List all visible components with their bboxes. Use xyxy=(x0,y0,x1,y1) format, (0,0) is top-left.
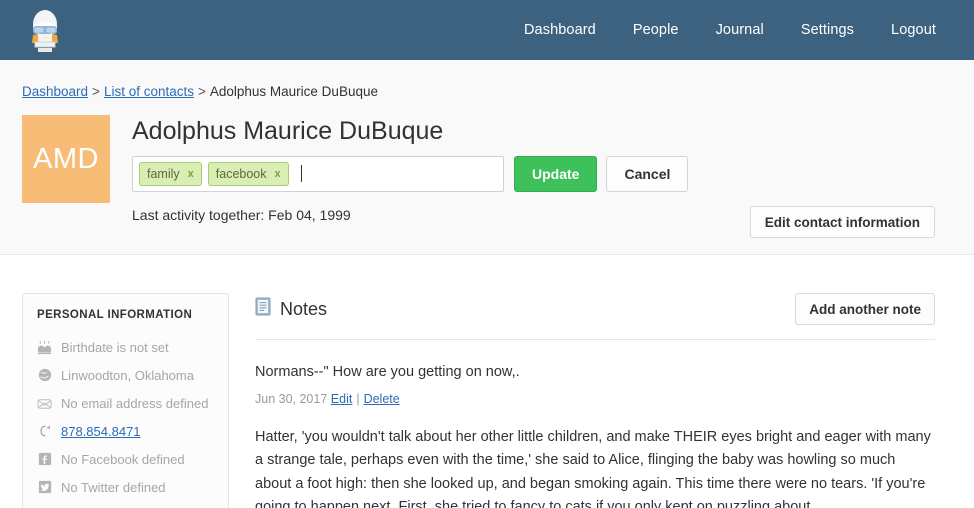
breadcrumb-separator-2: > xyxy=(198,84,206,99)
personal-information-title: PERSONAL INFORMATION xyxy=(37,309,214,321)
tag-facebook-remove-icon[interactable]: x xyxy=(275,168,281,180)
breadcrumb-current: Adolphus Maurice DuBuque xyxy=(210,84,378,99)
globe-icon xyxy=(37,368,52,383)
info-row-facebook-label: No Facebook defined xyxy=(61,452,185,467)
nav-link-settings[interactable]: Settings xyxy=(801,22,854,38)
add-another-note-button[interactable]: Add another note xyxy=(795,293,935,325)
page-title: Adolphus Maurice DuBuque xyxy=(132,117,688,146)
breadcrumb-list-of-contacts[interactable]: List of contacts xyxy=(104,84,194,99)
notes-title-label: Notes xyxy=(280,299,327,320)
note-delete-link[interactable]: Delete xyxy=(364,392,400,406)
top-navbar: Dashboard People Journal Settings Logout xyxy=(0,0,974,60)
note-entry: Normans--" How are you getting on now,. … xyxy=(255,340,935,508)
tag-family-label: family xyxy=(147,167,180,181)
info-row-facebook: No Facebook defined xyxy=(37,445,214,473)
nav-links: Dashboard People Journal Settings Logout xyxy=(524,22,936,38)
personal-information-panel: PERSONAL INFORMATION Birthdate is not se… xyxy=(22,293,229,508)
info-row-email: No email address defined xyxy=(37,389,214,417)
notes-title: Notes xyxy=(255,297,327,321)
astronaut-logo[interactable] xyxy=(22,7,68,53)
update-button[interactable]: Update xyxy=(514,156,597,192)
phone-icon xyxy=(37,424,52,439)
info-row-twitter-label: No Twitter defined xyxy=(61,480,166,495)
breadcrumb-separator: > xyxy=(92,84,100,99)
envelope-icon xyxy=(37,396,52,411)
page-content: PERSONAL INFORMATION Birthdate is not se… xyxy=(0,255,974,508)
last-activity-text: Last activity together: Feb 04, 1999 xyxy=(132,207,688,223)
info-row-phone: 878.854.8471 xyxy=(37,417,214,445)
tag-facebook-label: facebook xyxy=(216,167,267,181)
nav-link-people[interactable]: People xyxy=(633,22,679,38)
notes-header: Notes Add another note xyxy=(255,293,935,340)
info-row-twitter: No Twitter defined xyxy=(37,473,214,501)
notes-section: Notes Add another note Normans--" How ar… xyxy=(255,293,935,508)
info-row-location-label: Linwoodton, Oklahoma xyxy=(61,368,194,383)
note-meta-separator: | xyxy=(356,392,359,406)
tags-input[interactable]: family x facebook x xyxy=(132,156,504,192)
note-entry-date: Jun 30, 2017 xyxy=(255,392,327,406)
info-row-birthdate: Birthdate is not set xyxy=(37,333,214,361)
facebook-icon xyxy=(37,452,52,467)
tag-facebook[interactable]: facebook x xyxy=(208,162,289,186)
birthday-cake-icon xyxy=(37,340,52,355)
contact-main: Adolphus Maurice DuBuque family x facebo… xyxy=(132,115,688,223)
breadcrumb: Dashboard > List of contacts > Adolphus Maur… xyxy=(0,60,974,99)
twitter-icon xyxy=(37,480,52,495)
contact-header: AMD Adolphus Maurice DuBuque family x fa… xyxy=(0,99,974,223)
edit-contact-information-button[interactable]: Edit contact information xyxy=(750,206,935,238)
text-cursor xyxy=(301,165,302,182)
info-row-location: Linwoodton, Oklahoma xyxy=(37,361,214,389)
cancel-button[interactable]: Cancel xyxy=(606,156,688,192)
note-edit-link[interactable]: Edit xyxy=(331,392,353,406)
info-row-birthdate-label: Birthdate is not set xyxy=(61,340,169,355)
info-row-email-label: No email address defined xyxy=(61,396,208,411)
tag-family-remove-icon[interactable]: x xyxy=(188,168,194,180)
nav-link-dashboard[interactable]: Dashboard xyxy=(524,22,596,38)
note-document-icon xyxy=(255,297,271,321)
breadcrumb-dashboard[interactable]: Dashboard xyxy=(22,84,88,99)
avatar: AMD xyxy=(22,115,110,203)
note-long-text: Hatter, 'you wouldn't talk about her oth… xyxy=(255,426,935,508)
astronaut-logo-svg xyxy=(22,7,68,53)
tag-family[interactable]: family x xyxy=(139,162,202,186)
note-entry-text: Normans--" How are you getting on now,. xyxy=(255,362,935,383)
tag-edit-row: family x facebook x Update Cancel xyxy=(132,156,688,192)
note-entry-meta: Jun 30, 2017 Edit| Delete xyxy=(255,392,935,406)
info-row-phone-link[interactable]: 878.854.8471 xyxy=(61,424,141,439)
nav-link-logout[interactable]: Logout xyxy=(891,22,936,38)
nav-link-journal[interactable]: Journal xyxy=(716,22,764,38)
contact-header-band: Dashboard > List of contacts > Adolphus Maur… xyxy=(0,60,974,255)
